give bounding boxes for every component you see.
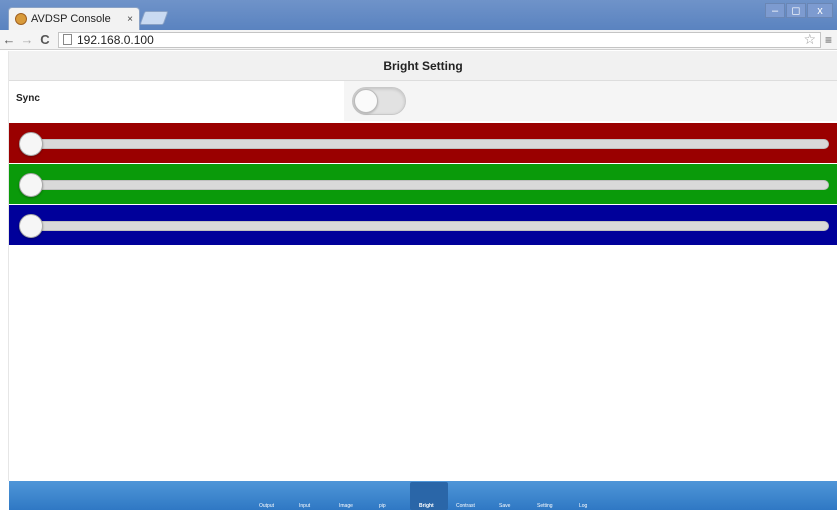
sync-label: Sync <box>16 93 40 104</box>
footer-nav-item-contrast[interactable]: Contrast <box>456 503 475 509</box>
footer-nav-item-output[interactable]: Output <box>259 503 274 509</box>
maximize-button[interactable]: ◻ <box>786 3 806 18</box>
green-slider-row <box>9 164 837 204</box>
address-bar[interactable]: 192.168.0.100 ☆ <box>58 31 821 48</box>
green-slider-track[interactable] <box>23 180 829 190</box>
sync-row: Sync <box>9 81 837 121</box>
green-slider-thumb[interactable] <box>19 173 43 197</box>
red-slider-thumb[interactable] <box>19 132 43 156</box>
tab-title: AVDSP Console <box>31 13 111 25</box>
red-slider-row <box>9 123 837 163</box>
window-controls: – ◻ x <box>765 3 833 18</box>
page-title: Bright Setting <box>9 51 837 81</box>
close-window-button[interactable]: x <box>807 3 833 18</box>
blue-slider-track[interactable] <box>23 221 829 231</box>
footer-nav-item-bright[interactable]: Bright <box>419 503 434 509</box>
blue-slider-thumb[interactable] <box>19 214 43 238</box>
tab-close-icon[interactable]: × <box>127 14 133 25</box>
browser-menu-icon[interactable]: ≡ <box>825 33 835 47</box>
back-icon[interactable]: ← <box>0 32 18 47</box>
footer-nav-item-save[interactable]: Save <box>499 503 510 509</box>
footer-nav-item-setting[interactable]: Setting <box>537 503 553 509</box>
footer-nav-item-image[interactable]: Image <box>339 503 353 509</box>
window-titlebar: AVDSP Console × – ◻ x <box>0 0 837 30</box>
sync-toggle-knob[interactable] <box>354 89 378 113</box>
browser-toolbar: ← → C 192.168.0.100 ☆ ≡ <box>0 30 837 50</box>
url-text[interactable]: 192.168.0.100 <box>77 33 803 47</box>
blue-slider-row <box>9 205 837 245</box>
page-icon <box>63 34 72 45</box>
red-slider-track[interactable] <box>23 139 829 149</box>
reload-icon[interactable]: C <box>36 32 54 47</box>
footer-nav: Output Input Image pip Bright Contrast Save Set… <box>9 481 837 510</box>
footer-nav-item-input[interactable]: Input <box>299 503 310 509</box>
footer-nav-item-log[interactable]: Log <box>579 503 587 509</box>
forward-icon[interactable]: → <box>18 32 36 47</box>
footer-nav-item-pip[interactable]: pip <box>379 503 386 509</box>
minimize-button[interactable]: – <box>765 3 785 18</box>
sync-panel <box>344 81 837 121</box>
left-margin <box>0 51 9 481</box>
browser-tab[interactable]: AVDSP Console × <box>8 7 140 30</box>
new-tab-button[interactable] <box>139 11 169 25</box>
footer-nav-items: Output Input Image pip Bright Contrast Save Set… <box>9 481 837 510</box>
bookmark-star-icon[interactable]: ☆ <box>803 31 816 48</box>
sync-toggle[interactable] <box>352 87 406 115</box>
favicon-icon <box>15 13 27 25</box>
